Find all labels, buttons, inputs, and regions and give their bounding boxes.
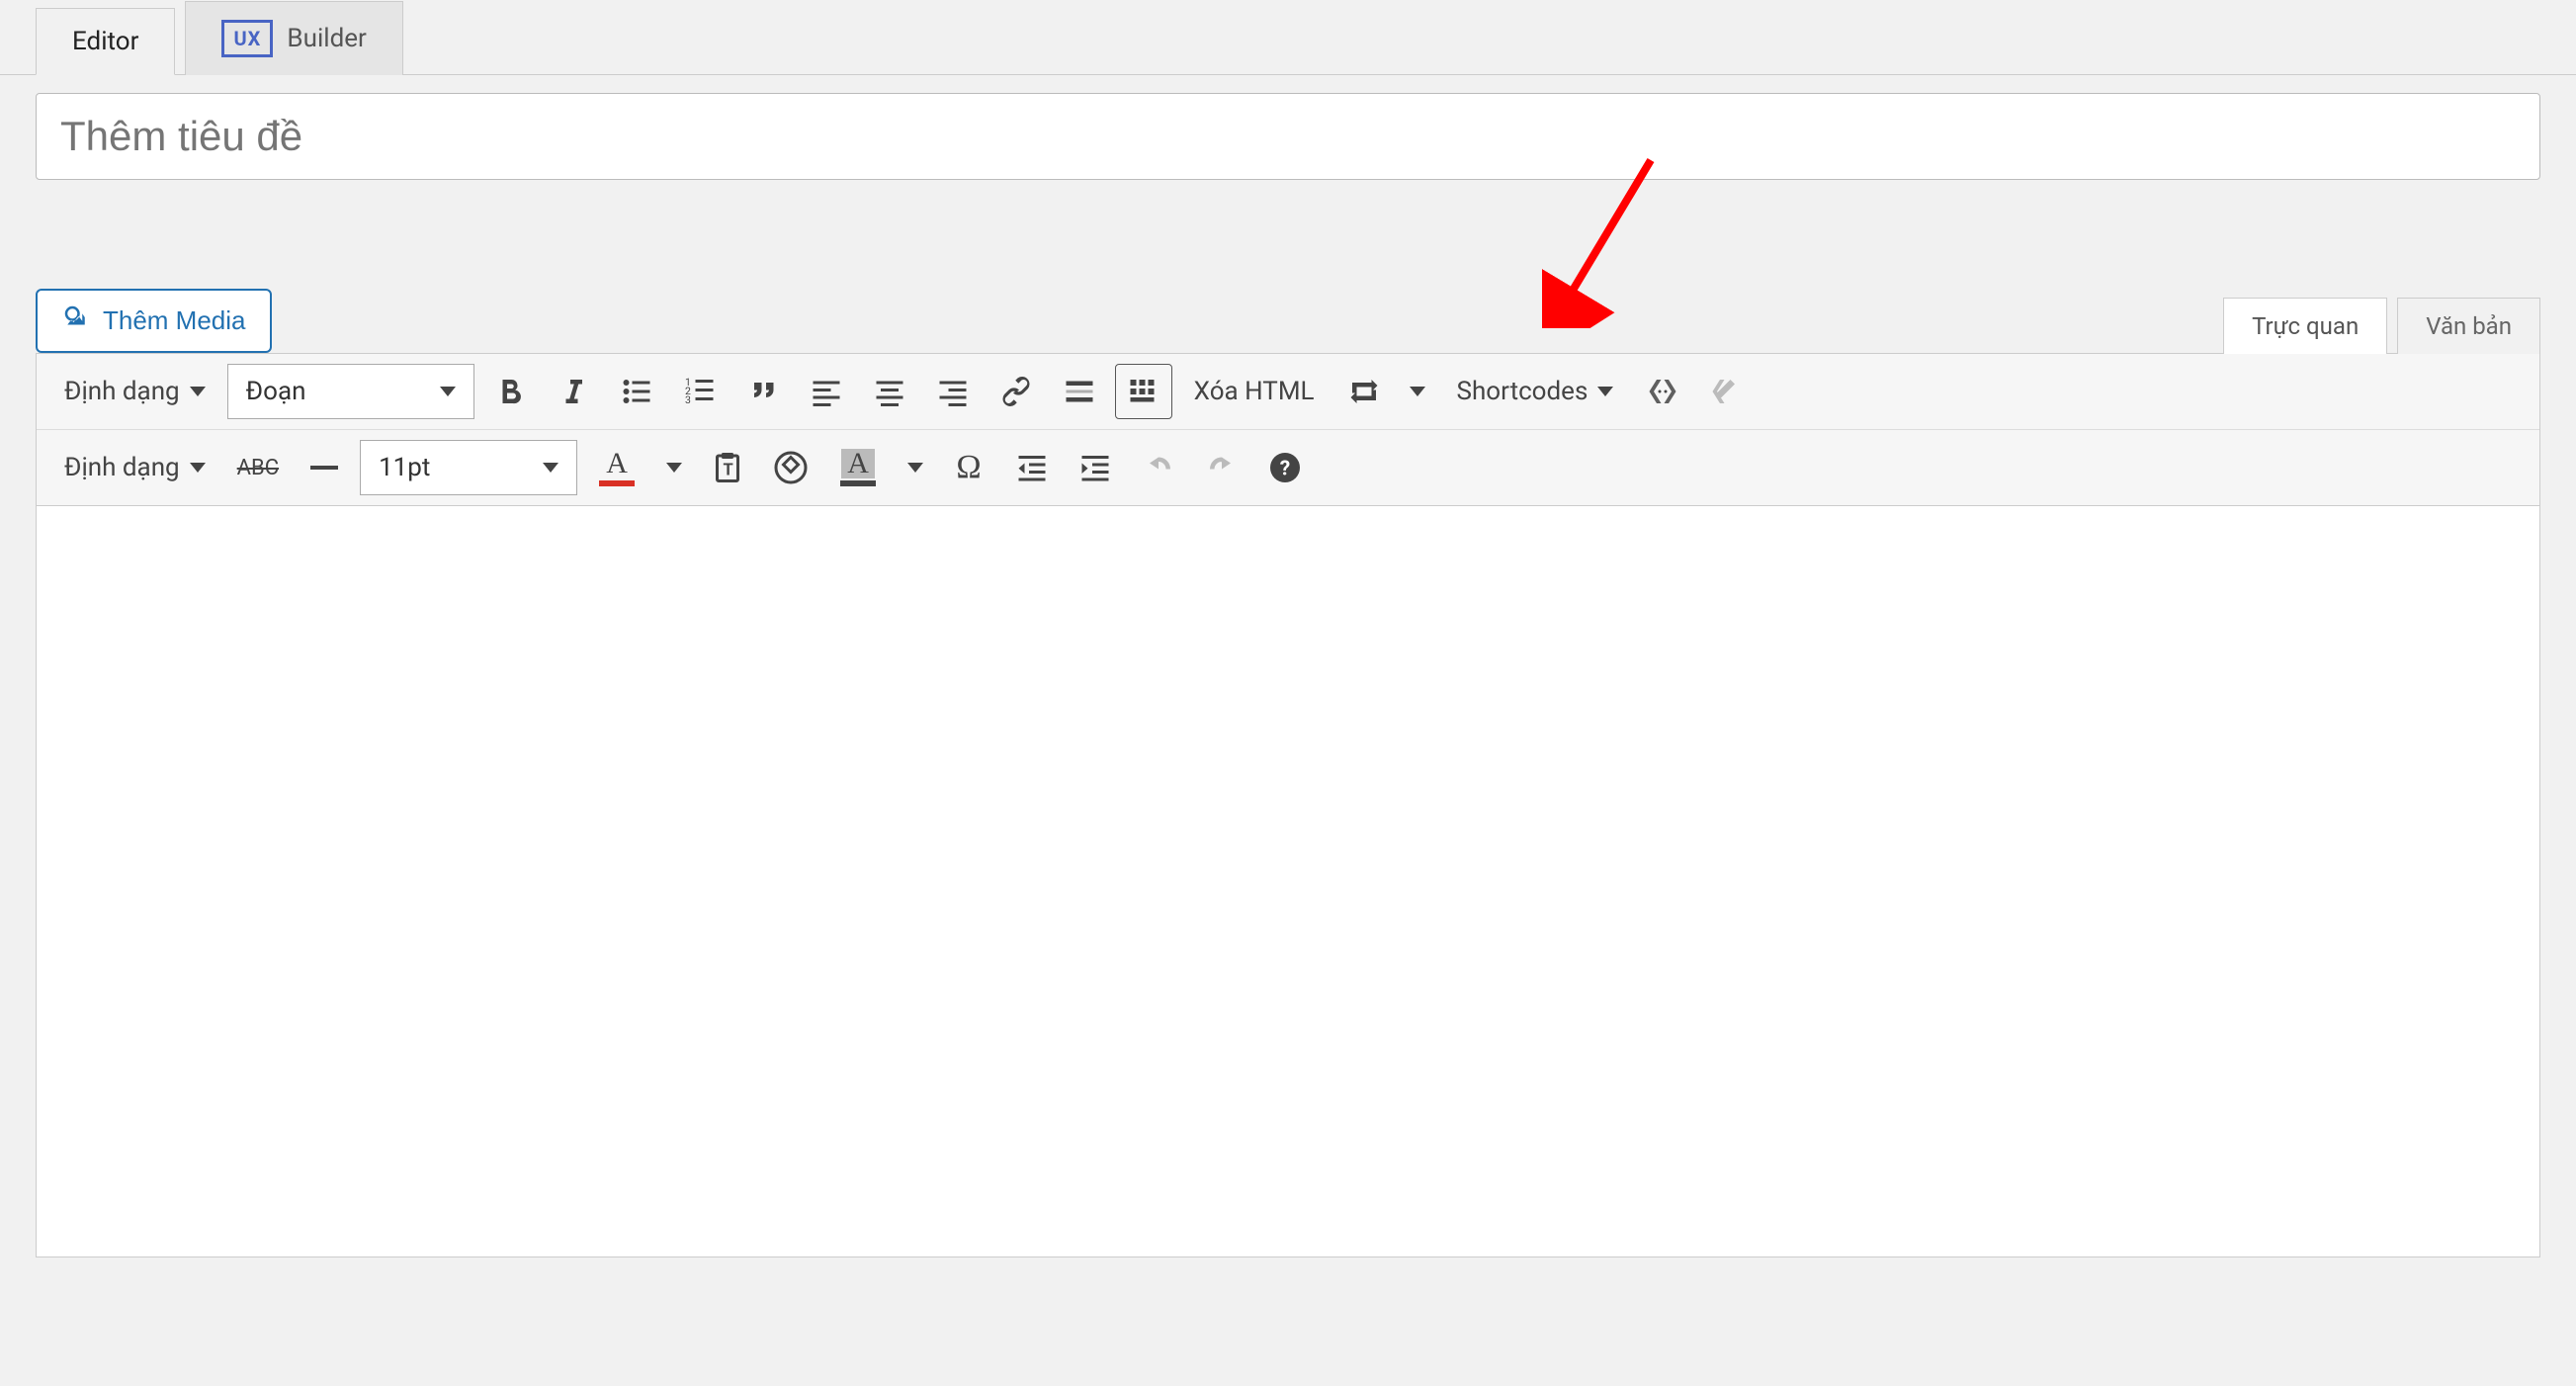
text-color-dropdown[interactable] [656,440,692,495]
svg-text:T: T [724,462,733,480]
font-size-select[interactable]: 11pt [360,440,577,495]
chevron-down-icon [440,387,456,396]
chevron-down-icon [190,463,206,473]
tab-visual[interactable]: Trực quan [2223,298,2387,354]
italic-button[interactable] [546,364,601,419]
repeat-button[interactable] [1336,364,1392,419]
editor-mode-tabs: Editor UX Builder [0,0,2576,75]
toolbar-row-1: Định dạng Đoạn 123 Xóa [37,354,2539,430]
help-button[interactable]: ? [1257,440,1313,495]
clear-html-button[interactable]: Xóa HTML [1180,364,1329,419]
outdent-button[interactable] [1004,440,1060,495]
insert-code-button[interactable] [1635,364,1690,419]
svg-text:3: 3 [685,393,691,406]
read-more-button[interactable] [1052,364,1107,419]
background-color-icon: A [836,446,880,489]
ux-badge-icon: UX [221,20,273,57]
edit-code-button[interactable] [1698,364,1754,419]
bold-button[interactable] [482,364,538,419]
chevron-down-icon [907,463,923,473]
undo-button[interactable] [1131,440,1186,495]
media-icon [61,303,91,339]
format-dropdown-2-label: Định dạng [64,453,180,482]
tab-editor-label: Editor [72,27,138,56]
format-dropdown[interactable]: Định dạng [50,364,219,419]
text-color-icon: A [595,446,639,489]
format-dropdown-label: Định dạng [64,377,180,406]
link-button[interactable] [988,364,1044,419]
text-color-button[interactable]: A [585,440,648,495]
add-media-button[interactable]: Thêm Media [36,289,272,353]
tab-editor[interactable]: Editor [36,8,175,75]
editor-content-area[interactable] [36,506,2540,1257]
paste-text-button[interactable]: T [700,440,755,495]
post-title-input[interactable] [36,93,2540,180]
svg-text:?: ? [1280,458,1290,481]
strikethrough-button[interactable]: ABC [227,440,289,495]
align-left-button[interactable] [799,364,854,419]
paragraph-select[interactable]: Đoạn [227,364,474,419]
add-media-label: Thêm Media [103,305,246,336]
chevron-down-icon [1410,387,1425,396]
chevron-down-icon [190,387,206,396]
background-color-dropdown[interactable] [898,440,933,495]
bullet-list-button[interactable] [609,364,664,419]
paragraph-select-value: Đoạn [246,377,306,406]
indent-button[interactable] [1068,440,1123,495]
special-character-button[interactable]: Ω [941,440,996,495]
tab-ux-builder[interactable]: UX Builder [185,1,402,75]
blockquote-button[interactable] [735,364,791,419]
shortcodes-dropdown[interactable]: Shortcodes [1443,364,1628,419]
clear-formatting-button[interactable] [763,440,818,495]
toolbar-toggle-button[interactable] [1115,364,1172,419]
chevron-down-icon [543,463,558,473]
repeat-dropdown[interactable] [1400,364,1435,419]
format-dropdown-2[interactable]: Định dạng [50,440,219,495]
shortcodes-label: Shortcodes [1457,377,1589,406]
tab-text-label: Văn bản [2426,312,2512,340]
chevron-down-icon [666,463,682,473]
redo-button[interactable] [1194,440,1249,495]
font-size-value: 11pt [379,453,430,482]
chevron-down-icon [1597,387,1613,396]
background-color-button[interactable]: A [826,440,890,495]
horizontal-rule-button[interactable] [297,440,352,495]
align-center-button[interactable] [862,364,917,419]
tab-visual-label: Trực quan [2252,312,2359,340]
tab-text[interactable]: Văn bản [2397,298,2540,354]
editor-toolbar: Định dạng Đoạn 123 Xóa [36,353,2540,506]
tab-builder-label: Builder [287,24,366,53]
editor-view-tabs: Trực quan Văn bản [2223,297,2540,353]
clear-html-label: Xóa HTML [1194,377,1315,406]
numbered-list-button[interactable]: 123 [672,364,728,419]
align-right-button[interactable] [925,364,981,419]
toolbar-row-2: Định dạng ABC 11pt A T A [37,430,2539,505]
hr-icon [310,466,338,470]
